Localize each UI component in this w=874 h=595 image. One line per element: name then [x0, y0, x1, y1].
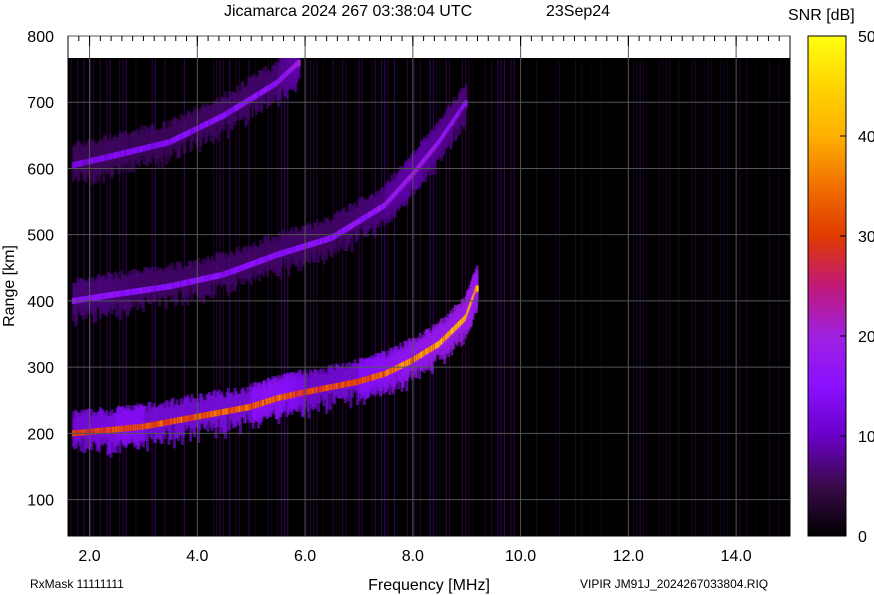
x-tick-label: 14.0 — [721, 548, 752, 565]
x-tick-label: 8.0 — [402, 548, 424, 565]
colorbar-tick-label: 0 — [858, 529, 867, 546]
y-tick-label: 100 — [27, 493, 54, 510]
y-tick-label: 600 — [27, 161, 54, 178]
colorbar-tick-label: 50 — [858, 29, 874, 46]
x-tick-label: 10.0 — [505, 548, 536, 565]
x-axis-label: Frequency [MHz] — [368, 577, 490, 594]
echo-cell — [464, 100, 468, 107]
x-tick-label: 6.0 — [294, 548, 316, 565]
x-tick-label: 12.0 — [613, 548, 644, 565]
colorbar-tick-label: 40 — [858, 129, 874, 146]
chart-date: 23Sep24 — [546, 3, 610, 20]
y-tick-label: 400 — [27, 294, 54, 311]
colorbar-title: SNR [dB] — [788, 7, 855, 24]
colorbar-tick-label: 20 — [858, 329, 874, 346]
y-tick-label: 700 — [27, 95, 54, 112]
colorbar-tick-label: 30 — [858, 229, 874, 246]
echo-cell — [475, 285, 479, 292]
y-axis-label: Range [km] — [1, 245, 18, 327]
x-tick-label: 2.0 — [78, 548, 100, 565]
y-tick-label: 800 — [27, 29, 54, 46]
y-tick-label: 200 — [27, 426, 54, 443]
ionogram-figure: Jicamarca 2024 267 03:38:04 UTC 23Sep24 … — [1, 3, 874, 594]
x-tick-label: 4.0 — [186, 548, 208, 565]
echo-halo — [475, 265, 479, 303]
echo-cell — [297, 59, 301, 66]
colorbar — [807, 35, 847, 537]
rxmask-label: RxMask 11111111 — [30, 577, 124, 591]
file-name-label: VIPIR JM91J_2024267033804.RIQ — [580, 577, 768, 591]
y-tick-label: 500 — [27, 228, 54, 245]
echo-halo — [464, 83, 468, 111]
chart-title: Jicamarca 2024 267 03:38:04 UTC — [224, 3, 472, 20]
colorbar-tick-label: 10 — [858, 429, 874, 446]
y-axis-ticks: 100 200 300 400 500 600 700 800 — [27, 29, 54, 510]
y-tick-label: 300 — [27, 360, 54, 377]
